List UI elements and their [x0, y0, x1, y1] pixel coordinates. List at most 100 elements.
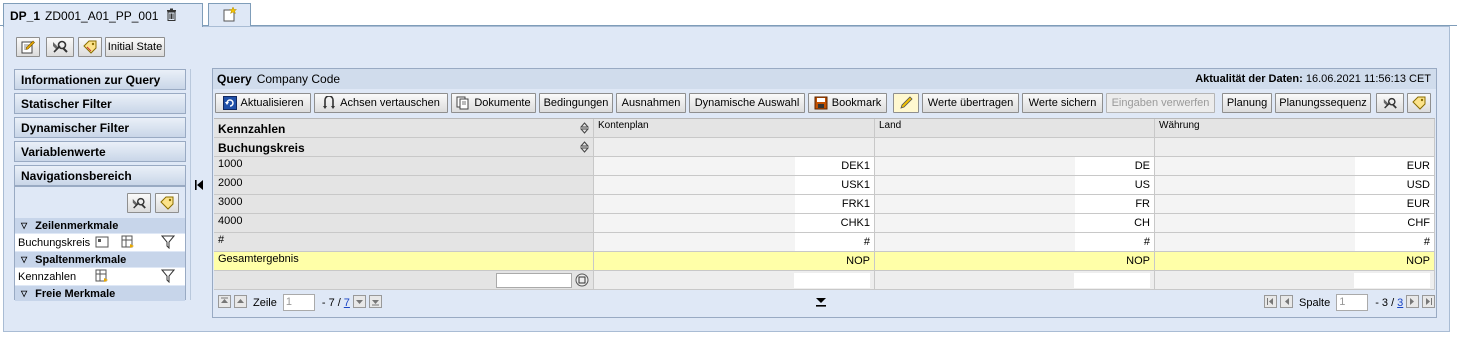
nav-variable-values[interactable]: Variablenwerte: [14, 141, 186, 162]
dynamic-selection-button[interactable]: Dynamische Auswahl: [689, 93, 805, 113]
query-header: Query Company Code Aktualität der Daten:…: [213, 69, 1436, 89]
table-value-cell: US: [875, 176, 1155, 195]
navigation-panel: ▽ Zeilenmerkmale Buchungskreis ▽ Spaltenme…: [14, 186, 186, 301]
collapse-triangle-icon: ▽: [21, 255, 28, 264]
collapse-left-icon[interactable]: [194, 179, 204, 194]
section-row-characteristics[interactable]: ▽ Zeilenmerkmale: [15, 218, 185, 233]
dim-header-buchungskreis[interactable]: Buchungskreis: [214, 138, 594, 157]
query-name: Company Code: [256, 72, 341, 86]
nav-splitter[interactable]: [190, 69, 206, 300]
bookmark-label: Bookmark: [831, 97, 882, 109]
planning-button[interactable]: Planung: [1222, 93, 1272, 113]
row-key-buchungskreis[interactable]: #: [214, 233, 594, 252]
query-settings-button[interactable]: [1376, 93, 1404, 113]
nav-dynamic-filter[interactable]: Dynamischer Filter: [14, 117, 186, 138]
settings-button[interactable]: [46, 37, 74, 57]
row-item-buchungskreis[interactable]: Buchungskreis: [15, 234, 185, 251]
row-input[interactable]: 1: [282, 294, 315, 311]
input-field[interactable]: [1074, 273, 1150, 288]
last-column-icon[interactable]: [1422, 294, 1436, 311]
previous-column-icon[interactable]: [1280, 294, 1293, 311]
subheader-cell: [875, 138, 1155, 157]
row-separator: - 7 /: [321, 296, 341, 309]
dim-header-label: Buchungskreis: [218, 140, 305, 155]
hierarchy-icon[interactable]: [95, 235, 109, 249]
page-up-icon[interactable]: [234, 294, 247, 311]
swap-axes-button[interactable]: Achsen vertauschen: [314, 93, 448, 113]
next-column-icon[interactable]: [1406, 294, 1420, 311]
transfer-values-button[interactable]: Werte übertragen: [922, 93, 1019, 113]
nav-navigation-area[interactable]: Navigationsbereich: [14, 165, 186, 186]
row-key-buchungskreis[interactable]: 1000: [214, 157, 594, 176]
total-value-cell: NOP: [875, 252, 1155, 271]
first-page-up-icon[interactable]: [218, 294, 231, 311]
tag-icon: [83, 40, 97, 54]
refresh-button[interactable]: Aktualisieren: [215, 93, 311, 113]
save-disk-icon: [814, 96, 828, 110]
conditions-button[interactable]: Bedingungen: [539, 93, 613, 113]
tools-icon: [131, 197, 147, 210]
column-input[interactable]: 1: [1336, 294, 1369, 311]
dim-header-label: Kennzahlen: [218, 121, 286, 136]
new-tab-button[interactable]: [208, 3, 251, 27]
bookmark-button[interactable]: Bookmark: [808, 93, 887, 113]
filter-icon[interactable]: [160, 235, 176, 250]
row-key-buchungskreis[interactable]: 3000: [214, 195, 594, 214]
row-key-buchungskreis[interactable]: 4000: [214, 214, 594, 233]
swap-axes-label: Achsen vertauschen: [340, 97, 440, 109]
nav-label: Navigationsbereich: [21, 168, 132, 183]
edit-mode-button[interactable]: [893, 93, 919, 113]
refresh-label: Aktualisieren: [240, 97, 304, 109]
column-total-link[interactable]: 3: [1397, 297, 1403, 309]
nav-query-info[interactable]: Informationen zur Query: [14, 69, 186, 90]
new-row-input[interactable]: [496, 273, 572, 288]
documents-button[interactable]: Dokumente: [451, 93, 536, 113]
section-free-characteristics[interactable]: ▽ Freie Merkmale: [15, 286, 185, 301]
exceptions-button[interactable]: Ausnahmen: [616, 93, 686, 113]
subheader-cell: [1155, 138, 1435, 157]
col-item-kennzahlen[interactable]: Kennzahlen: [15, 268, 185, 285]
expand-down-icon[interactable]: [815, 297, 827, 310]
nav-settings-button[interactable]: [127, 193, 151, 213]
table-swap-icon[interactable]: [121, 235, 135, 249]
planning-sequence-button[interactable]: Planungssequenz: [1275, 93, 1371, 113]
nav-static-filter[interactable]: Statischer Filter: [14, 93, 186, 114]
dynamic-selection-label: Dynamische Auswahl: [694, 97, 800, 109]
nav-tag-button[interactable]: [155, 193, 179, 213]
trash-icon[interactable]: [166, 8, 177, 24]
tag-button[interactable]: [78, 37, 102, 57]
total-value-cell: NOP: [594, 252, 875, 271]
first-column-icon[interactable]: [1264, 294, 1277, 311]
save-values-button[interactable]: Werte sichern: [1022, 93, 1103, 113]
row-key-buchungskreis[interactable]: 2000: [214, 176, 594, 195]
table-value-cell: CHF: [1155, 214, 1435, 233]
col-header-land[interactable]: Land: [875, 119, 1155, 138]
section-label: Spaltenmerkmale: [35, 253, 127, 266]
discard-input-button: Eingaben verwerfen: [1106, 93, 1215, 113]
sort-icon[interactable]: [579, 141, 590, 156]
query-tag-button[interactable]: [1407, 93, 1431, 113]
col-header-waehrung[interactable]: Währung: [1155, 119, 1435, 138]
tab-name: DP_1: [10, 8, 41, 23]
dim-header-kennzahlen[interactable]: Kennzahlen: [214, 119, 594, 138]
edit-button[interactable]: [16, 37, 40, 57]
add-row-icon[interactable]: [575, 273, 589, 289]
table-swap-icon[interactable]: [95, 269, 109, 283]
column-separator: - 3 /: [1375, 296, 1395, 309]
input-field[interactable]: [1354, 273, 1430, 288]
last-page-down-icon[interactable]: [368, 294, 382, 311]
section-column-characteristics[interactable]: ▽ Spaltenmerkmale: [15, 252, 185, 267]
page-down-icon[interactable]: [352, 294, 366, 311]
row-total-link[interactable]: 7: [344, 297, 350, 309]
col-header-kontenplan[interactable]: Kontenplan: [594, 119, 875, 138]
input-field[interactable]: [794, 273, 870, 288]
column-label: Spalte: [1299, 296, 1331, 309]
initial-state-button[interactable]: Initial State: [105, 37, 165, 57]
total-row-label[interactable]: Gesamtergebnis: [214, 252, 594, 271]
table-value-cell: EUR: [1155, 157, 1435, 176]
table-value-cell: FRK1: [594, 195, 875, 214]
filter-icon[interactable]: [160, 269, 176, 284]
sort-icon[interactable]: [579, 122, 590, 137]
section-label: Freie Merkmale: [35, 287, 116, 300]
tab-dp1[interactable]: DP_1 ZD001_A01_PP_001: [3, 3, 203, 27]
